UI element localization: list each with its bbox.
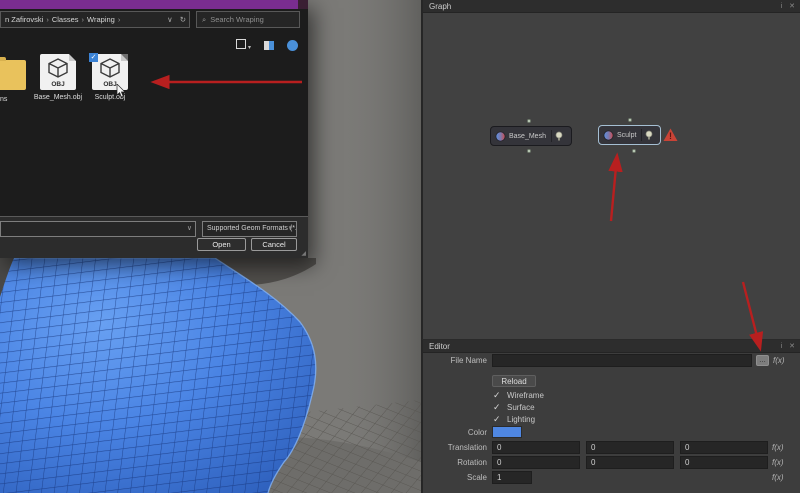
file-name-fx-button[interactable]: f(x) xyxy=(773,354,785,367)
node-port-bottom[interactable] xyxy=(632,149,636,153)
geometry-node-icon xyxy=(495,131,506,142)
search-icon: ⌕ xyxy=(202,15,206,24)
node-divider xyxy=(551,130,552,142)
help-icon[interactable] xyxy=(287,40,298,51)
dropdown-chevron-icon[interactable]: ∨ xyxy=(288,222,293,236)
node-sculpt[interactable]: Sculpt xyxy=(598,125,661,145)
lighting-checkbox-label: Lighting xyxy=(507,413,535,426)
view-mode-caret-icon: ▾ xyxy=(248,45,251,51)
node-warning-icon: ! xyxy=(663,128,678,142)
rotation-fx-button[interactable]: f(x) xyxy=(772,456,784,469)
color-label: Color xyxy=(423,426,487,439)
combobox-chevron-icon[interactable]: ∨ xyxy=(187,222,192,236)
view-mode-button[interactable]: ▾ xyxy=(236,36,251,54)
checkbox-check-icon[interactable]: ✓ xyxy=(493,413,501,425)
checkbox-check-icon[interactable]: ✓ xyxy=(493,401,501,413)
obj-cube-icon xyxy=(40,57,76,79)
node-visibility-bulb-icon[interactable] xyxy=(555,131,563,142)
breadcrumb-separator-icon: › xyxy=(82,15,85,24)
graph-close-icon[interactable]: ✕ xyxy=(789,3,795,10)
breadcrumb-separator-icon: › xyxy=(46,15,49,24)
graph-info-icon[interactable]: i xyxy=(781,3,783,10)
mouse-cursor-icon xyxy=(116,84,126,98)
file-item-sculpt[interactable]: OBJ ✓ Sculpt.obj xyxy=(85,54,135,101)
resize-grip-icon[interactable]: ◢ xyxy=(301,250,306,257)
editor-panel[interactable]: Editor i ✕ File Name … f(x) Reload ✓ Wir… xyxy=(421,339,800,493)
rotation-label: Rotation xyxy=(423,456,487,469)
editor-panel-header: Editor i ✕ xyxy=(423,340,800,353)
app-window: Graph i ✕ Base_Mesh xyxy=(0,0,800,493)
translation-z-input[interactable]: 0 xyxy=(680,441,768,454)
open-button[interactable]: Open xyxy=(197,238,246,251)
scale-fx-button[interactable]: f(x) xyxy=(772,471,784,484)
obj-badge: OBJ xyxy=(40,81,76,88)
rotation-x-input[interactable]: 0 xyxy=(492,456,580,469)
node-label: Sculpt xyxy=(617,132,636,139)
folder-icon[interactable] xyxy=(0,60,26,90)
scale-label: Scale xyxy=(423,471,487,484)
node-label: Base_Mesh xyxy=(509,133,546,140)
breadcrumb-crumb[interactable]: n Zafirovski xyxy=(5,15,43,24)
editor-panel-title: Editor xyxy=(429,342,450,351)
folder-label: ns xyxy=(0,96,7,103)
translation-x-input[interactable]: 0 xyxy=(492,441,580,454)
node-divider xyxy=(641,129,642,141)
rotation-z-input[interactable]: 0 xyxy=(680,456,768,469)
dialog-close-button[interactable] xyxy=(298,0,308,9)
graph-panel-header: Graph i ✕ xyxy=(423,0,800,13)
graph-panel[interactable]: Graph i ✕ Base_Mesh xyxy=(421,0,800,339)
translation-fx-button[interactable]: f(x) xyxy=(772,441,784,454)
geometry-node-icon xyxy=(603,130,614,141)
color-swatch[interactable] xyxy=(492,426,522,438)
cancel-button[interactable]: Cancel xyxy=(251,238,297,251)
rotation-y-input[interactable]: 0 xyxy=(586,456,674,469)
graph-panel-title: Graph xyxy=(429,2,451,11)
node-base-mesh[interactable]: Base_Mesh xyxy=(490,126,572,146)
warning-glyph: ! xyxy=(669,131,672,141)
format-filter-value: Supported Geom Formats (*.ob xyxy=(207,225,297,232)
file-name-label: File Name xyxy=(423,354,487,367)
preview-pane-button[interactable] xyxy=(264,41,274,50)
editor-info-icon[interactable]: i xyxy=(781,343,783,350)
scale-input[interactable]: 1 xyxy=(492,471,532,484)
translation-label: Translation xyxy=(423,441,487,454)
address-dropdown-icon[interactable]: ∨ xyxy=(167,15,173,24)
refresh-icon[interactable]: ↻ xyxy=(180,15,186,24)
obj-file-icon: OBJ xyxy=(40,54,76,90)
dialog-titlebar[interactable] xyxy=(0,0,308,9)
view-mode-icon xyxy=(236,39,246,49)
browse-button[interactable]: … xyxy=(756,355,769,366)
translation-y-input[interactable]: 0 xyxy=(586,441,674,454)
node-port-top[interactable] xyxy=(527,119,531,123)
breadcrumb-crumb[interactable]: Wraping xyxy=(87,15,115,24)
file-name-input[interactable] xyxy=(492,354,752,367)
dialog-footer: ∨ Supported Geom Formats (*.ob ∨ Open Ca… xyxy=(0,216,308,258)
file-item-base-mesh[interactable]: OBJ Base_Mesh.obj xyxy=(33,54,83,101)
open-file-dialog: n Zafirovski›Classes›Wraping› ∨ ↻ ⌕Searc… xyxy=(0,0,308,258)
node-port-bottom[interactable] xyxy=(527,149,531,153)
breadcrumb[interactable]: n Zafirovski›Classes›Wraping› ∨ ↻ xyxy=(0,11,190,28)
file-name: Base_Mesh.obj xyxy=(33,94,83,101)
reload-button[interactable]: Reload xyxy=(492,375,536,387)
search-input[interactable]: ⌕ Search Wraping xyxy=(196,11,300,28)
checkbox-check-icon[interactable]: ✓ xyxy=(493,389,501,401)
node-visibility-bulb-icon[interactable] xyxy=(645,130,653,141)
filename-combobox[interactable]: ∨ xyxy=(0,221,196,237)
format-filter-dropdown[interactable]: Supported Geom Formats (*.ob ∨ xyxy=(202,221,297,237)
node-port-top[interactable] xyxy=(628,118,632,122)
selected-checkbox-icon[interactable]: ✓ xyxy=(89,53,98,62)
breadcrumb-separator-icon: › xyxy=(118,15,121,24)
breadcrumb-crumb[interactable]: Classes xyxy=(52,15,79,24)
lighting-checkbox-row[interactable]: ✓ Lighting xyxy=(423,413,800,426)
file-name: Sculpt.obj xyxy=(85,94,135,101)
search-placeholder: Search Wraping xyxy=(210,15,264,24)
editor-close-icon[interactable]: ✕ xyxy=(789,343,795,350)
